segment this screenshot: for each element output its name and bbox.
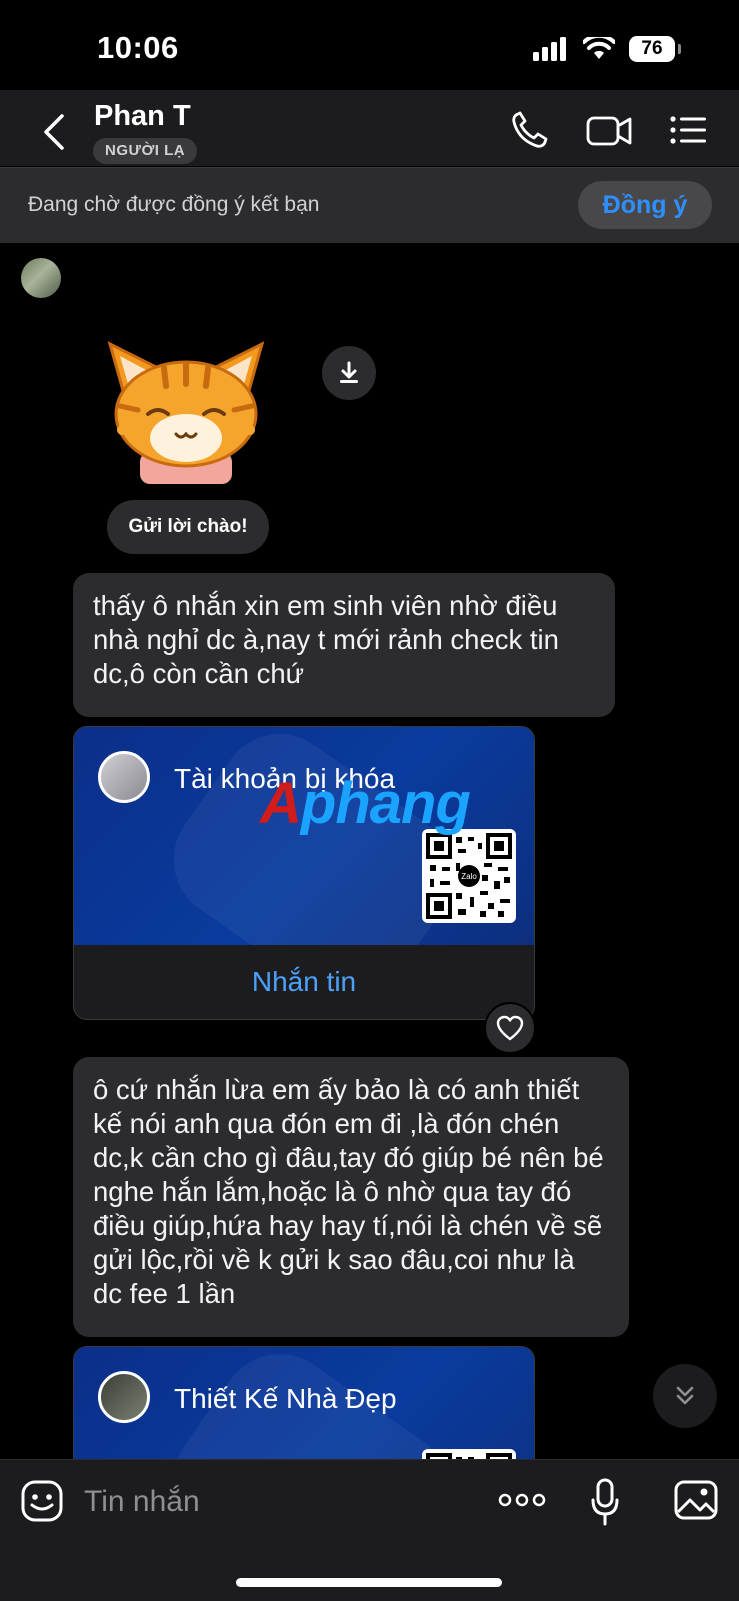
battery-indicator: 76 (629, 36, 681, 62)
sender-avatar[interactable] (21, 258, 61, 298)
download-icon (340, 361, 358, 383)
watermark-logo: Aphang (260, 770, 471, 837)
menu-list-icon[interactable] (668, 110, 708, 150)
send-message-button[interactable]: Nhắn tin (74, 945, 534, 1019)
contact-card-avatar (98, 751, 150, 803)
heart-icon (496, 1015, 524, 1041)
cat-sticker[interactable] (104, 334, 268, 484)
double-chevron-down-icon (676, 1386, 694, 1405)
download-sticker-button[interactable] (322, 346, 376, 400)
back-arrow-icon[interactable] (38, 112, 72, 152)
contact-name[interactable]: Phan T (94, 100, 191, 133)
wifi-icon (583, 37, 615, 59)
phone-icon[interactable] (510, 110, 548, 150)
scroll-to-bottom-button[interactable] (653, 1364, 717, 1428)
qr-zalo-label: Zalo (461, 872, 477, 881)
message-bubble[interactable]: thấy ô nhắn xin em sinh viên nhờ điều nh… (73, 573, 615, 717)
home-indicator[interactable] (236, 1578, 502, 1587)
image-gallery-icon[interactable] (674, 1480, 718, 1520)
video-call-icon[interactable] (586, 110, 632, 150)
friend-request-status: Đang chờ được đồng ý kết bạn (28, 193, 320, 216)
emoji-sticker-icon[interactable] (20, 1479, 64, 1523)
stranger-badge: NGƯỜI LẠ (93, 138, 198, 164)
send-greeting-button[interactable]: Gửi lời chào! (107, 500, 269, 554)
status-indicators: 76 (533, 36, 681, 62)
contact-card-avatar (98, 1371, 150, 1423)
message-input[interactable] (82, 1476, 466, 1528)
cellular-signal-icon (533, 37, 566, 61)
watermark-part1: A (260, 771, 302, 836)
contact-card-title: Thiết Kế Nhà Đẹp (174, 1383, 397, 1414)
react-button[interactable] (484, 1002, 536, 1054)
accept-friend-button[interactable]: Đồng ý (578, 181, 712, 229)
message-bubble[interactable]: ô cứ nhắn lừa em ấy bảo là có anh thiết … (73, 1057, 629, 1337)
qr-code-icon: Zalo (422, 829, 516, 923)
watermark-part2: phang (300, 771, 471, 836)
microphone-icon[interactable] (590, 1478, 620, 1526)
status-time: 10:06 (97, 30, 179, 65)
more-options-icon[interactable] (498, 1488, 546, 1512)
